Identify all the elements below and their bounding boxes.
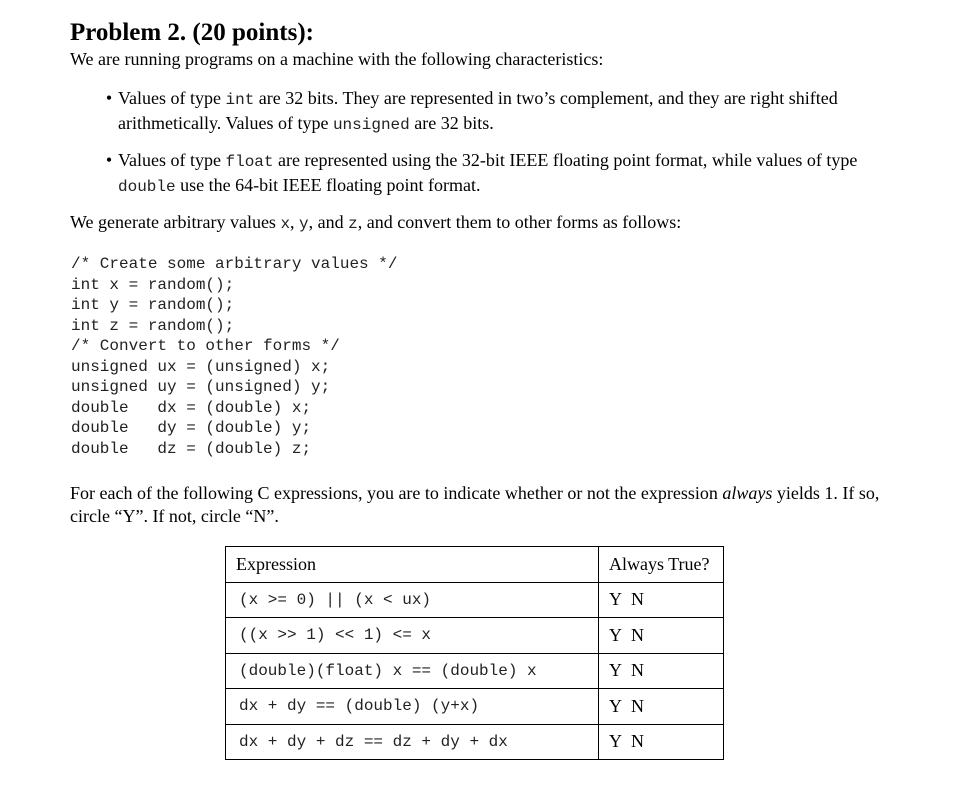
answer-yes[interactable]: Y (609, 731, 631, 752)
code-var: y (299, 215, 309, 233)
code-line: int y = random(); (71, 296, 235, 314)
bullet-text: Values of type float are represented usi… (118, 149, 880, 199)
generate-text: We generate arbitrary values x, y, and z… (70, 211, 681, 235)
bullet-icon: • (105, 150, 113, 170)
table-row: dx + dy + dz == dz + dy + dx YN (225, 723, 724, 760)
table-header-row: Expression Always True? (225, 546, 724, 583)
code-line: /* Convert to other forms */ (71, 337, 340, 355)
expression-cell: (x >= 0) || (x < ux) (225, 581, 599, 618)
header-expression: Expression (225, 546, 599, 583)
answer-cell: YN (598, 617, 724, 654)
code-line: double dx = (double) x; (71, 398, 312, 417)
answer-no[interactable]: N (631, 589, 644, 610)
table-row: (x >= 0) || (x < ux) YN (225, 581, 724, 618)
text-segment: are 32 bits. (409, 113, 494, 133)
code-var: x (280, 215, 291, 233)
expression-cell: dx + dy + dz == dz + dy + dx (225, 723, 599, 760)
text-segment: use the 64-bit IEEE floating point forma… (175, 175, 481, 195)
code-line: int z = random(); (71, 316, 235, 335)
answer-cell: YN (598, 723, 724, 760)
bullet-text: Values of type int are 32 bits. They are… (118, 87, 880, 137)
table-row: dx + dy == (double) (y+x) YN (225, 688, 724, 725)
answer-cell: YN (598, 652, 724, 689)
text-segment: , and convert them to other forms as fol… (357, 212, 682, 232)
answer-yes[interactable]: Y (609, 696, 631, 717)
text-segment: We generate arbitrary values (70, 212, 281, 232)
code-line: unsigned uy = (unsigned) y; (71, 378, 331, 396)
header-always-true: Always True? (598, 546, 724, 583)
text-segment: Values of type (118, 88, 226, 108)
text-segment: are represented using the 32-bit IEEE fl… (273, 150, 858, 170)
intro-text: We are running programs on a machine wit… (70, 49, 604, 69)
code-keyword: unsigned (332, 116, 410, 134)
expression-cell: (double)(float) x == (double) x (225, 652, 599, 689)
text-segment: Values of type (118, 150, 226, 170)
bullet-item: • Values of type float are represented u… (100, 149, 880, 199)
text-segment: , (290, 212, 300, 232)
answer-yes[interactable]: Y (609, 589, 631, 610)
code-keyword: double (118, 178, 176, 196)
answer-yes[interactable]: Y (609, 660, 631, 681)
emphasis-text: always (722, 483, 773, 503)
text-segment: , and (308, 212, 349, 232)
code-line: double dz = (double) z; (71, 439, 312, 458)
code-line: /* Create some arbitrary values */ (71, 255, 398, 273)
answer-no[interactable]: N (631, 696, 644, 717)
expression-cell: dx + dy == (double) (y+x) (225, 688, 599, 725)
table-row: (double)(float) x == (double) x YN (225, 652, 724, 689)
expression-cell: ((x >> 1) << 1) <= x (225, 617, 599, 654)
answer-no[interactable]: N (631, 625, 644, 646)
answer-no[interactable]: N (631, 660, 644, 681)
instructions-text: For each of the following C expressions,… (70, 482, 900, 528)
answer-no[interactable]: N (631, 731, 644, 752)
table-row: ((x >> 1) << 1) <= x YN (225, 617, 724, 654)
answer-cell: YN (598, 581, 724, 618)
code-line: unsigned ux = (unsigned) x; (71, 357, 331, 376)
answer-yes[interactable]: Y (609, 625, 631, 646)
answer-cell: YN (598, 688, 724, 725)
code-line: double dy = (double) y; (71, 419, 312, 437)
code-block: /* Create some arbitrary values */ int x … (71, 254, 397, 459)
code-keyword: float (225, 153, 274, 171)
bullet-icon: • (105, 88, 113, 108)
problem-title: Problem 2. (20 points): (70, 19, 314, 46)
text-segment: For each of the following C expressions,… (70, 483, 723, 503)
code-keyword: int (225, 91, 255, 109)
code-var: z (348, 215, 358, 233)
bullet-item: • Values of type int are 32 bits. They a… (100, 87, 880, 137)
expression-table: Expression Always True? (x >= 0) || (x <… (225, 546, 724, 760)
code-line: int x = random(); (71, 275, 235, 294)
